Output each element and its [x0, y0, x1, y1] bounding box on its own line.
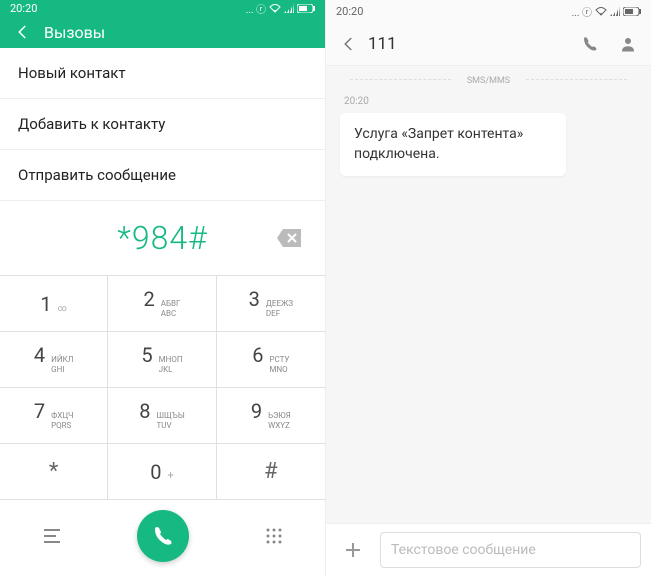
menu-add-to-contact[interactable]: Добавить к контакту — [0, 99, 325, 150]
context-menu: Новый контакт Добавить к контакту Отправ… — [0, 48, 325, 201]
key-4[interactable]: 4ИЙКЛGHI — [0, 332, 108, 388]
dial-display: *984# — [0, 201, 325, 275]
contact-icon[interactable] — [619, 35, 637, 53]
status-bar: 20:20 ... ⓡ — [326, 0, 651, 22]
status-icons: ... ⓡ — [572, 4, 641, 19]
conversation-title: 111 — [368, 34, 581, 54]
calls-header: Вызовы — [0, 16, 325, 48]
dialpad-toggle-icon[interactable] — [257, 519, 291, 553]
key-5[interactable]: 5МНОПJKL — [108, 332, 216, 388]
menu-new-contact[interactable]: Новый контакт — [0, 48, 325, 99]
key-9[interactable]: 9ЬЭЮЯWXYZ — [217, 388, 325, 444]
menu-send-message[interactable]: Отправить сообщение — [0, 150, 325, 201]
message-body: SMS/MMS 20:20 Услуга «Запрет контента» п… — [326, 66, 651, 523]
key-0[interactable]: 0+ — [108, 444, 216, 500]
status-icons: ... ⓡ — [246, 1, 315, 16]
dialed-number: *984# — [117, 219, 207, 257]
header-title: Вызовы — [44, 23, 105, 42]
sms-divider: SMS/MMS — [340, 66, 637, 92]
call-icon[interactable] — [581, 35, 599, 53]
back-icon[interactable] — [14, 23, 32, 41]
bottom-actions — [0, 500, 325, 576]
menu-icon[interactable] — [34, 520, 70, 552]
attach-icon[interactable] — [336, 535, 370, 565]
key-7[interactable]: 7ФХЦЧPQRS — [0, 388, 108, 444]
dialer-screen: 20:20 ... ⓡ Вызовы Новый контакт Добавит… — [0, 0, 326, 576]
message-bubble[interactable]: Услуга «Запрет контента» подключена. — [340, 113, 566, 176]
key-8[interactable]: 8ШЩЪЫTUV — [108, 388, 216, 444]
key-2[interactable]: 2АБВГABC — [108, 276, 216, 332]
status-time: 20:20 — [10, 2, 37, 15]
key-3[interactable]: 3ДЕЕЖЗDEF — [217, 276, 325, 332]
message-time: 20:20 — [340, 92, 637, 113]
message-input[interactable] — [380, 532, 641, 568]
sms-header: 111 — [326, 22, 651, 66]
dialpad: 1∞ 2АБВГABC 3ДЕЕЖЗDEF 4ИЙКЛGHI 5МНОПJKL … — [0, 275, 325, 500]
compose-row — [326, 523, 651, 576]
key-1[interactable]: 1∞ — [0, 276, 108, 332]
key-6[interactable]: 6РСТУMNO — [217, 332, 325, 388]
status-time: 20:20 — [336, 5, 363, 18]
backspace-icon[interactable] — [277, 229, 301, 247]
key-star[interactable]: * — [0, 444, 108, 500]
status-bar: 20:20 ... ⓡ — [0, 0, 325, 16]
call-button[interactable] — [137, 510, 189, 562]
back-icon[interactable] — [340, 35, 358, 53]
key-hash[interactable]: # — [217, 444, 325, 500]
sms-screen: 20:20 ... ⓡ 111 SMS/MMS 20:20 Услуга «За… — [326, 0, 651, 576]
